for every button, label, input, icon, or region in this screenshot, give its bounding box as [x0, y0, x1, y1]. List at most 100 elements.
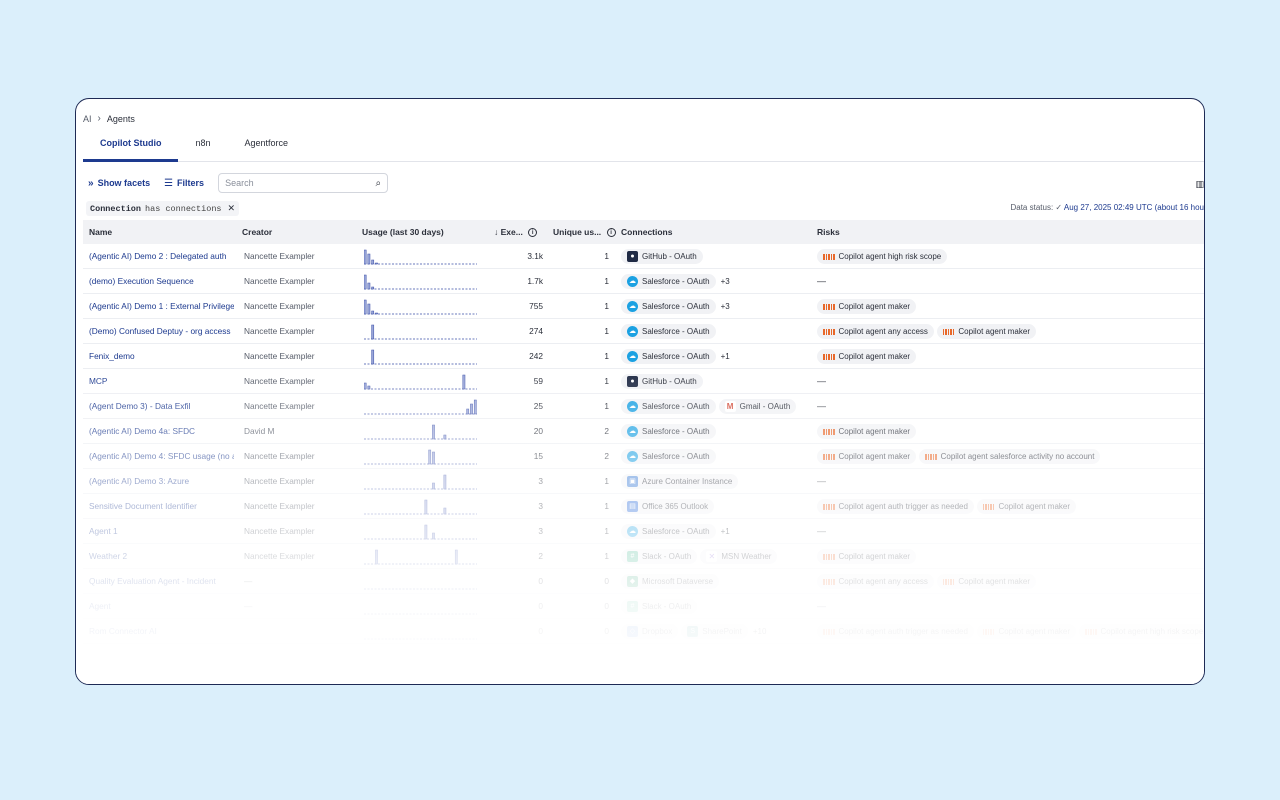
search-input[interactable]: [225, 178, 356, 188]
agent-name-link[interactable]: (Agent Demo 3) - Data Exfil: [89, 394, 234, 419]
agent-name-link[interactable]: (Agentic AI) Demo 1 : External Privilege: [89, 294, 234, 319]
close-icon[interactable]: ✕: [228, 203, 236, 214]
column-settings-icon[interactable]: ▥: [1195, 179, 1204, 190]
agent-name-link[interactable]: (Agentic AI) Demo 2 : Delegated auth: [89, 244, 234, 269]
connection-pill[interactable]: ▣ Azure Container Instance: [621, 474, 739, 489]
tab-n8n[interactable]: n8n: [178, 129, 227, 162]
agent-name-link[interactable]: (Demo) Confused Deptuy - org access: [89, 319, 234, 344]
table-row[interactable]: (Agentic AI) Demo 1 : External Privilege…: [83, 294, 1204, 319]
risk-pill[interactable]: Copilot agent high risk scope: [1079, 624, 1204, 639]
connection-pill[interactable]: ☁ Salesforce - OAuth: [621, 424, 716, 439]
risk-pill[interactable]: Copilot agent auth trigger as needed: [817, 499, 974, 514]
column-header-usage[interactable]: Usage (last 30 days): [362, 220, 444, 244]
connection-pill[interactable]: ▤ Office 365 Outlook: [621, 499, 715, 514]
breadcrumb-root[interactable]: AI: [83, 114, 92, 124]
agent-name-link[interactable]: (Agentic AI) Demo 3: Azure: [89, 469, 234, 494]
risk-pill[interactable]: Copilot agent salesforce activity no acc…: [919, 449, 1101, 464]
connection-pill[interactable]: S SharePoint: [681, 624, 748, 639]
table-row[interactable]: Fenix_demo Nancette Exampler 242 1 ☁ Salesfor…: [83, 344, 1204, 369]
dropbox-icon: ◇: [627, 626, 638, 637]
info-icon[interactable]: i: [528, 228, 538, 238]
connection-pill[interactable]: ☁ Salesforce - OAuth: [621, 324, 716, 339]
risk-pill[interactable]: Copilot agent maker: [936, 324, 1036, 339]
column-header-unique[interactable]: Unique us... i: [553, 220, 616, 244]
agent-name-link[interactable]: (Agentic AI) Demo 4: SFDC usage (no acnt…: [89, 444, 234, 469]
risk-pill[interactable]: Copilot agent any access: [817, 574, 934, 589]
table-row[interactable]: Weather 2 Nancette Exampler 2 1 # Slack - OAu…: [83, 544, 1204, 569]
tab-copilot-studio[interactable]: Copilot Studio: [83, 129, 179, 162]
table-row[interactable]: (Demo) Confused Deptuy - org access Nance…: [83, 319, 1204, 344]
connection-pill[interactable]: ☁ Salesforce - OAuth: [621, 399, 716, 414]
more-connections-count[interactable]: +3: [721, 269, 730, 294]
risk-pill[interactable]: Copilot agent maker: [976, 624, 1077, 639]
agent-name-link[interactable]: (demo) Execution Sequence: [89, 269, 234, 294]
executions-cell: 15: [533, 451, 543, 461]
risk-label: Copilot agent auth trigger as needed: [838, 502, 968, 511]
table-row[interactable]: (demo) Execution Sequence Nancette Exampl…: [83, 269, 1204, 294]
connection-pill[interactable]: M Gmail - OAuth: [718, 399, 797, 414]
connection-pill[interactable]: # Slack - OAuth: [621, 599, 698, 614]
connection-pill[interactable]: ✕ MSN Weather: [700, 549, 778, 564]
connection-pill[interactable]: ◆ Microsoft Dataverse: [621, 574, 720, 589]
agent-name-link[interactable]: MCP: [89, 369, 234, 394]
connection-pill[interactable]: ☁ Salesforce - OAuth: [621, 299, 716, 314]
data-status-timestamp[interactable]: Aug 27, 2025 02:49 UTC (about 16 hou: [1064, 203, 1204, 212]
column-header-creator[interactable]: Creator: [242, 220, 272, 244]
connection-pill[interactable]: # Slack - OAuth: [621, 549, 698, 564]
connection-pill[interactable]: ● GitHub - OAuth: [621, 374, 703, 389]
no-risk-dash: —: [817, 401, 826, 411]
agent-name-link[interactable]: Sensitive Document Identifier: [89, 494, 234, 519]
filters-button[interactable]: ☰ Filters: [164, 178, 204, 189]
connection-pill[interactable]: ☁ Salesforce - OAuth: [621, 524, 716, 539]
agent-name-link[interactable]: Agent 1: [89, 519, 234, 544]
agent-name-link[interactable]: Agent: [89, 594, 234, 619]
table-row[interactable]: Agent 1 Nancette Exampler 3 1 ☁ Salesforce - …: [83, 519, 1204, 544]
table-row[interactable]: (Agentic AI) Demo 4: SFDC usage (no acnt…: [83, 444, 1204, 469]
connection-pill[interactable]: ☁ Salesforce - OAuth: [621, 449, 716, 464]
column-header-executions[interactable]: ↓ Exe... i: [494, 220, 538, 244]
agent-name-link[interactable]: Rom Connector AI: [89, 619, 234, 644]
more-connections-count[interactable]: +3: [721, 294, 730, 319]
info-icon[interactable]: i: [606, 228, 616, 238]
column-header-connections[interactable]: Connections: [621, 220, 672, 244]
column-header-risks[interactable]: Risks: [817, 220, 840, 244]
risk-pill[interactable]: Copilot agent maker: [817, 549, 917, 564]
table-row[interactable]: Agent — 0 0 # Slack - OAuth —: [83, 594, 1204, 619]
agent-name-link[interactable]: (Agentic AI) Demo 4a: SFDC: [89, 419, 234, 444]
table-row[interactable]: (Agentic AI) Demo 2 : Delegated auth Nanc…: [83, 244, 1204, 269]
salesforce-icon: ☁: [627, 451, 638, 462]
agent-name-link[interactable]: Fenix_demo: [89, 344, 234, 369]
risk-pill[interactable]: Copilot agent maker: [817, 299, 917, 314]
connection-pill[interactable]: ◇ Dropbox: [621, 624, 679, 639]
more-connections-count[interactable]: +1: [721, 344, 730, 369]
connection-pill[interactable]: ☁ Salesforce - OAuth: [621, 274, 716, 289]
table-row[interactable]: Sensitive Document Identifier Nancette Ex…: [83, 494, 1204, 519]
show-facets-button[interactable]: » Show facets: [88, 178, 150, 189]
tab-agentforce[interactable]: Agentforce: [228, 129, 306, 162]
column-header-name[interactable]: Name: [89, 220, 112, 244]
agent-name-link[interactable]: Weather 2: [89, 544, 234, 569]
risk-pill[interactable]: Copilot agent auth trigger as needed: [817, 624, 974, 639]
table-row[interactable]: (Agentic AI) Demo 4a: SFDC David M 20 2 ☁ Sal…: [83, 419, 1204, 444]
risk-pill[interactable]: Copilot agent maker: [817, 349, 917, 364]
risk-pill[interactable]: Copilot agent maker: [936, 574, 1036, 589]
table-row[interactable]: (Agentic AI) Demo 3: Azure Nancette Examp…: [83, 469, 1204, 494]
table-row[interactable]: (Agent Demo 3) - Data Exfil Nancette Exam…: [83, 394, 1204, 419]
agent-name-link[interactable]: Quality Evaluation Agent - Incident: [89, 569, 234, 594]
search-icon[interactable]: ⌕: [375, 178, 381, 189]
risk-pill[interactable]: Copilot agent high risk scope: [817, 249, 948, 264]
risk-pill[interactable]: Copilot agent maker: [817, 449, 917, 464]
table-row[interactable]: Quality Evaluation Agent - Incident — 0 0 ◆ M…: [83, 569, 1204, 594]
risk-pill[interactable]: Copilot agent maker: [976, 499, 1077, 514]
table-row[interactable]: MCP Nancette Exampler 59 1 ● GitHub - OAuth —: [83, 369, 1204, 394]
connection-pill[interactable]: ● GitHub - OAuth: [621, 249, 703, 264]
table-row[interactable]: Rom Connector AI 0 0 ◇ Dropbox S SharePoint +10…: [83, 619, 1204, 644]
no-risk-dash: —: [817, 476, 826, 486]
connection-pill[interactable]: ☁ Salesforce - OAuth: [621, 349, 716, 364]
risks-cell: Copilot agent maker: [817, 294, 1204, 319]
usage-sparkline: [364, 469, 479, 494]
risk-pill[interactable]: Copilot agent maker: [817, 424, 917, 439]
more-connections-count[interactable]: +1: [721, 519, 730, 544]
risk-pill[interactable]: Copilot agent any access: [817, 324, 934, 339]
more-connections-count[interactable]: +10: [753, 619, 767, 644]
